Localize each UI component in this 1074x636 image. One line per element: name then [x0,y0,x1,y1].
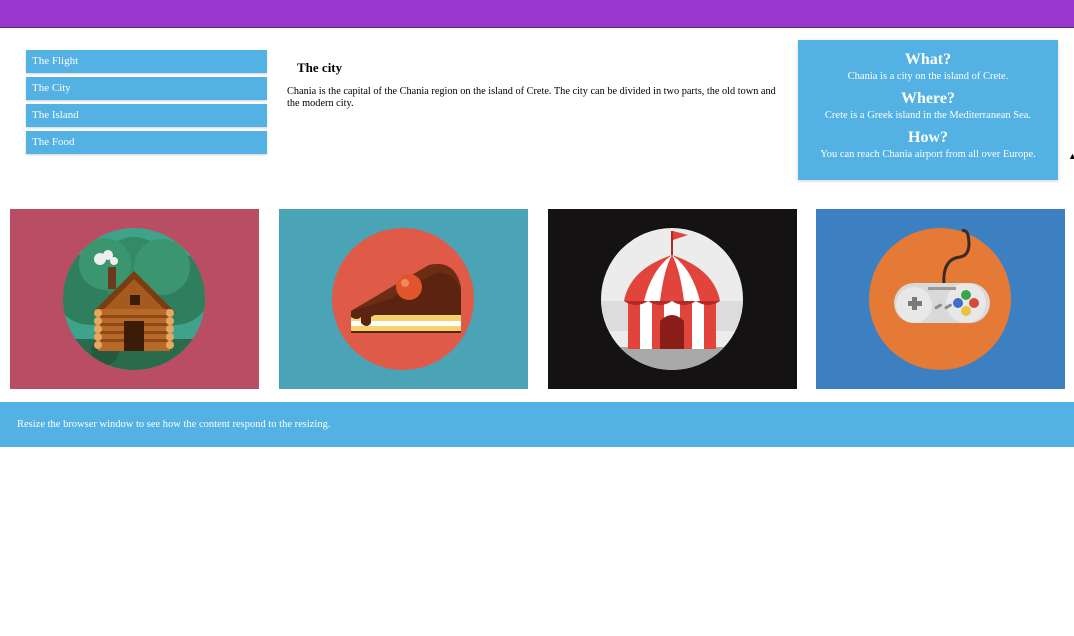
city-description: Chania is the capital of the Chania regi… [287,86,776,109]
menu-item-flight[interactable]: The Flight [26,50,267,73]
what-heading: What? [904,51,952,68]
info-aside: What? Chania is a city on the island of … [798,40,1058,180]
gallery-image-circus [548,209,797,389]
header-bar [0,0,1074,27]
menu-item-food[interactable]: The Food [26,131,267,154]
gallery-image-gamepad [816,209,1065,389]
where-heading: Where? [901,90,955,107]
footer-text: Resize the browser window to see how the… [17,419,331,430]
page-title: The city [297,60,343,75]
log-cabin-icon [10,209,259,389]
menu-item-city[interactable]: The City [26,77,267,100]
menu-item-island[interactable]: The Island [26,104,267,127]
gamepad-icon [816,209,1065,389]
what-text: Chania is a city on the island of Crete. [847,71,1009,82]
mouse-cursor-icon: ▲ [1068,151,1074,161]
main-content: The city Chania is the capital of the Ch… [287,60,779,110]
circus-tent-icon [548,209,797,389]
cake-slice-icon [279,209,528,389]
gallery-image-cabin [10,209,259,389]
footer-banner: Resize the browser window to see how the… [0,402,1074,447]
how-text: You can reach Chania airport from all ov… [820,149,1036,160]
header-divider [0,27,1074,28]
how-heading: How? [908,129,948,146]
side-menu: The Flight The City The Island The Food [26,50,267,158]
where-text: Crete is a Greek island in the Mediterra… [824,110,1032,121]
gallery-image-cake [279,209,528,389]
